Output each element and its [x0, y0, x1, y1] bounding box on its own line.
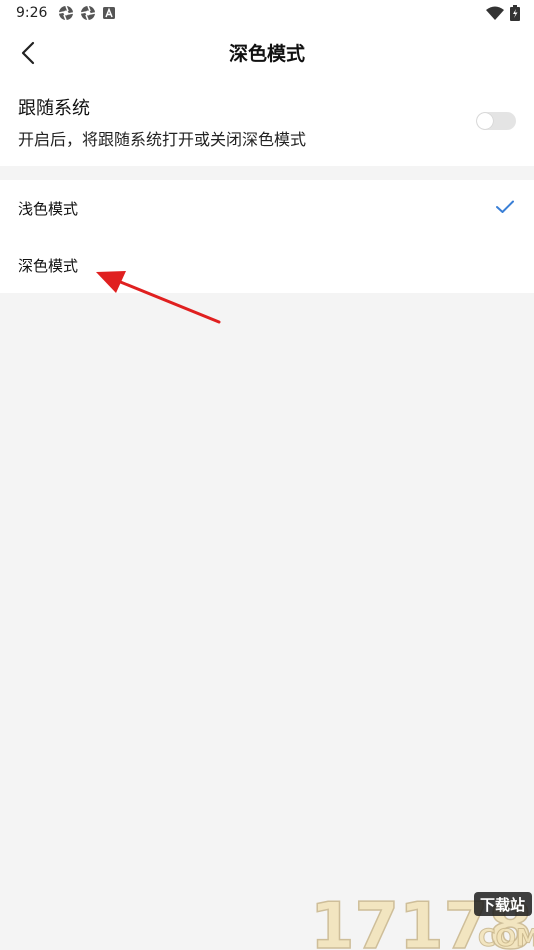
text-notification-icon: [103, 7, 115, 19]
status-notification-icons: [58, 5, 116, 21]
follow-system-row: 跟随系统 开启后，将跟随系统打开或关闭深色模式: [0, 76, 534, 166]
site-watermark: 17178 下载站 COM: [310, 889, 534, 950]
app-notification-icon: [58, 5, 74, 21]
toggle-knob: [477, 113, 493, 129]
watermark-badge: 下载站: [480, 896, 525, 914]
check-icon: [496, 200, 514, 213]
status-time: 9:26: [16, 5, 48, 21]
option-light-mode[interactable]: 浅色模式: [0, 180, 534, 236]
follow-system-title: 跟随系统: [18, 98, 90, 119]
option-dark-mode[interactable]: 深色模式: [0, 237, 534, 293]
battery-icon: [510, 5, 520, 21]
status-system-icons: [486, 5, 520, 21]
watermark-domain: COM: [478, 924, 534, 950]
option-label: 深色模式: [18, 257, 79, 275]
theme-options-list: 浅色模式 深色模式: [0, 180, 534, 293]
page-title: 深色模式: [228, 43, 305, 65]
app-notification-icon: [80, 5, 96, 21]
wifi-icon: [486, 6, 504, 20]
follow-system-toggle[interactable]: [476, 112, 516, 130]
header: 深色模式: [0, 28, 534, 76]
option-label: 浅色模式: [18, 200, 79, 218]
follow-system-description: 开启后，将跟随系统打开或关闭深色模式: [18, 130, 307, 149]
status-bar: 9:26: [0, 0, 534, 28]
